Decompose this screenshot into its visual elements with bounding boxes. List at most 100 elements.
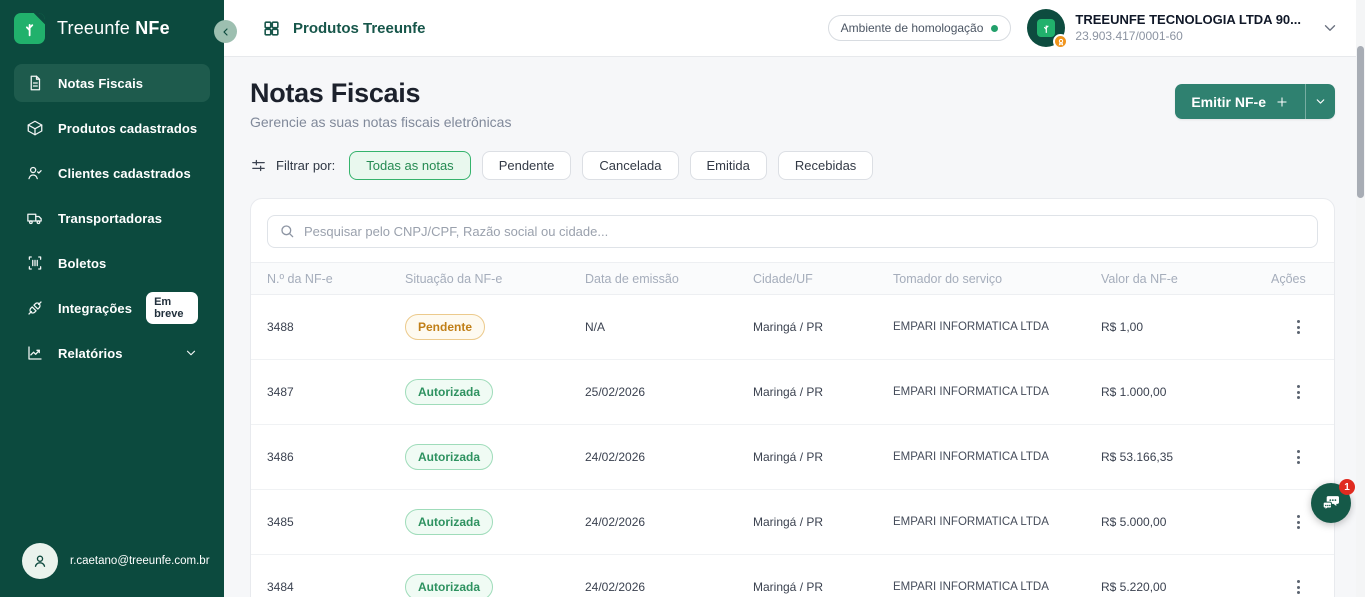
status-badge: Autorizada (405, 509, 493, 535)
avatar (22, 543, 58, 579)
column-header: Data de emissão (585, 272, 753, 286)
filter-chip-recebidas[interactable]: Recebidas (778, 151, 873, 180)
chevron-down-icon (1314, 95, 1327, 108)
sidebar-item-produtos[interactable]: Produtos cadastrados (14, 109, 210, 147)
filter-chip-emitida[interactable]: Emitida (690, 151, 767, 180)
service-taker: EMPARI INFORMATICA LTDA (893, 451, 1101, 463)
column-header: Situação da NF-e (405, 272, 585, 286)
company-info: TREEUNFE TECNOLOGIA LTDA 90... 23.903.41… (1075, 12, 1301, 43)
barcode-icon (26, 254, 44, 272)
sidebar-item-label: Notas Fiscais (58, 76, 143, 91)
table-row: 3484 Autorizada 24/02/2026 Maringá / PR … (251, 555, 1334, 597)
emission-date: N/A (585, 320, 753, 334)
page-scrollbar (1356, 0, 1365, 597)
sidebar-item-label: Produtos cadastrados (58, 121, 197, 136)
apps-grid-icon (262, 19, 281, 38)
brand-logo-icon (14, 13, 45, 44)
service-taker: EMPARI INFORMATICA LTDA (893, 516, 1101, 528)
user-icon (31, 552, 49, 570)
column-header: Valor da NF-e (1101, 272, 1271, 286)
environment-status-dot (991, 25, 998, 32)
row-actions-menu-icon[interactable] (1285, 509, 1311, 535)
table-row: 3487 Autorizada 25/02/2026 Maringá / PR … (251, 360, 1334, 425)
page-content: Notas Fiscais Gerencie as suas notas fis… (224, 57, 1365, 597)
chevron-down-icon (1321, 19, 1339, 37)
emit-nfe-button[interactable]: Emitir NF-e (1175, 84, 1305, 119)
city-uf: Maringá / PR (753, 515, 893, 529)
certificate-badge-icon (1053, 34, 1068, 49)
filter-label-text: Filtrar por: (276, 158, 335, 173)
table-header: N.º da NF-e Situação da NF-e Data de emi… (251, 262, 1334, 295)
sidebar-item-label: Boletos (58, 256, 106, 271)
user-email: r.caetano@treeunfe.com.br (70, 555, 210, 567)
nfe-number: 3484 (267, 580, 405, 594)
brand-name-regular: Treeunfe (57, 18, 130, 38)
filter-chip-todas[interactable]: Todas as notas (349, 151, 470, 180)
emit-nfe-label: Emitir NF-e (1191, 94, 1266, 110)
row-actions-menu-icon[interactable] (1285, 574, 1311, 597)
nfe-value: R$ 53.166,35 (1101, 450, 1271, 464)
status-badge: Pendente (405, 314, 485, 340)
nfe-number: 3487 (267, 385, 405, 399)
filter-chip-pendente[interactable]: Pendente (482, 151, 572, 180)
environment-badge-label: Ambiente de homologação (841, 21, 984, 35)
emission-date: 24/02/2026 (585, 515, 753, 529)
row-actions-menu-icon[interactable] (1285, 314, 1311, 340)
nfe-number: 3488 (267, 320, 405, 334)
chevron-left-icon (220, 26, 232, 38)
search-bar (267, 215, 1318, 248)
app-root: Treeunfe NFe Notas Fiscais Produtos cada… (0, 0, 1365, 597)
company-cnpj: 23.903.417/0001-60 (1075, 29, 1301, 44)
truck-icon (26, 209, 44, 227)
status-badge: Autorizada (405, 379, 493, 405)
sidebar-item-transportadoras[interactable]: Transportadoras (14, 199, 210, 237)
emit-nfe-split-button: Emitir NF-e (1175, 84, 1335, 119)
company-selector[interactable]: TREEUNFE TECNOLOGIA LTDA 90... 23.903.41… (1027, 9, 1339, 47)
plus-icon (1275, 95, 1289, 109)
filter-bar: Filtrar por: Todas as notas Pendente Can… (250, 151, 1335, 180)
filter-sliders-icon (250, 157, 267, 174)
sidebar-item-label: Integrações (58, 301, 132, 316)
user-account[interactable]: r.caetano@treeunfe.com.br (0, 529, 224, 597)
row-actions-menu-icon[interactable] (1285, 379, 1311, 405)
emission-date: 24/02/2026 (585, 580, 753, 594)
chevron-down-icon (184, 346, 198, 360)
table-row: 3485 Autorizada 24/02/2026 Maringá / PR … (251, 490, 1334, 555)
column-header: N.º da NF-e (267, 272, 405, 286)
column-header: Ações (1271, 272, 1318, 286)
search-icon (279, 223, 295, 239)
nfe-value: R$ 1.000,00 (1101, 385, 1271, 399)
brand-logo-icon (1037, 19, 1055, 37)
sidebar-item-integracoes[interactable]: Integrações Em breve (14, 289, 210, 327)
user-check-icon (26, 164, 44, 182)
sidebar-item-relatorios[interactable]: Relatórios (14, 334, 210, 372)
emit-nfe-dropdown-button[interactable] (1305, 84, 1335, 119)
sidebar-collapse-button[interactable] (214, 20, 237, 43)
sidebar-item-label: Relatórios (58, 346, 123, 361)
service-taker: EMPARI INFORMATICA LTDA (893, 321, 1101, 333)
table-row: 3488 Pendente N/A Maringá / PR EMPARI IN… (251, 295, 1334, 360)
row-actions-menu-icon[interactable] (1285, 444, 1311, 470)
sidebar-item-notas-fiscais[interactable]: Notas Fiscais (14, 64, 210, 102)
nfe-value: R$ 5.220,00 (1101, 580, 1271, 594)
search-input[interactable] (267, 215, 1318, 248)
invoices-card: N.º da NF-e Situação da NF-e Data de emi… (250, 198, 1335, 597)
company-name: TREEUNFE TECNOLOGIA LTDA 90... (1075, 12, 1301, 28)
nfe-number: 3486 (267, 450, 405, 464)
page-header: Notas Fiscais Gerencie as suas notas fis… (250, 78, 1335, 130)
package-icon (26, 119, 44, 137)
company-avatar (1027, 9, 1065, 47)
status-badge: Autorizada (405, 444, 493, 470)
status-badge: Autorizada (405, 574, 493, 597)
scrollbar-thumb[interactable] (1357, 46, 1364, 198)
chat-bubbles-icon (1320, 492, 1342, 514)
column-header: Cidade/UF (753, 272, 893, 286)
filter-chip-cancelada[interactable]: Cancelada (582, 151, 678, 180)
chat-unread-badge: 1 (1339, 479, 1355, 495)
chat-fab-button[interactable]: 1 (1311, 483, 1351, 523)
environment-badge: Ambiente de homologação (828, 15, 1012, 41)
sidebar-item-label: Transportadoras (58, 211, 162, 226)
topbar-right: Ambiente de homologação (828, 9, 1339, 47)
sidebar-item-boletos[interactable]: Boletos (14, 244, 210, 282)
sidebar-item-clientes[interactable]: Clientes cadastrados (14, 154, 210, 192)
